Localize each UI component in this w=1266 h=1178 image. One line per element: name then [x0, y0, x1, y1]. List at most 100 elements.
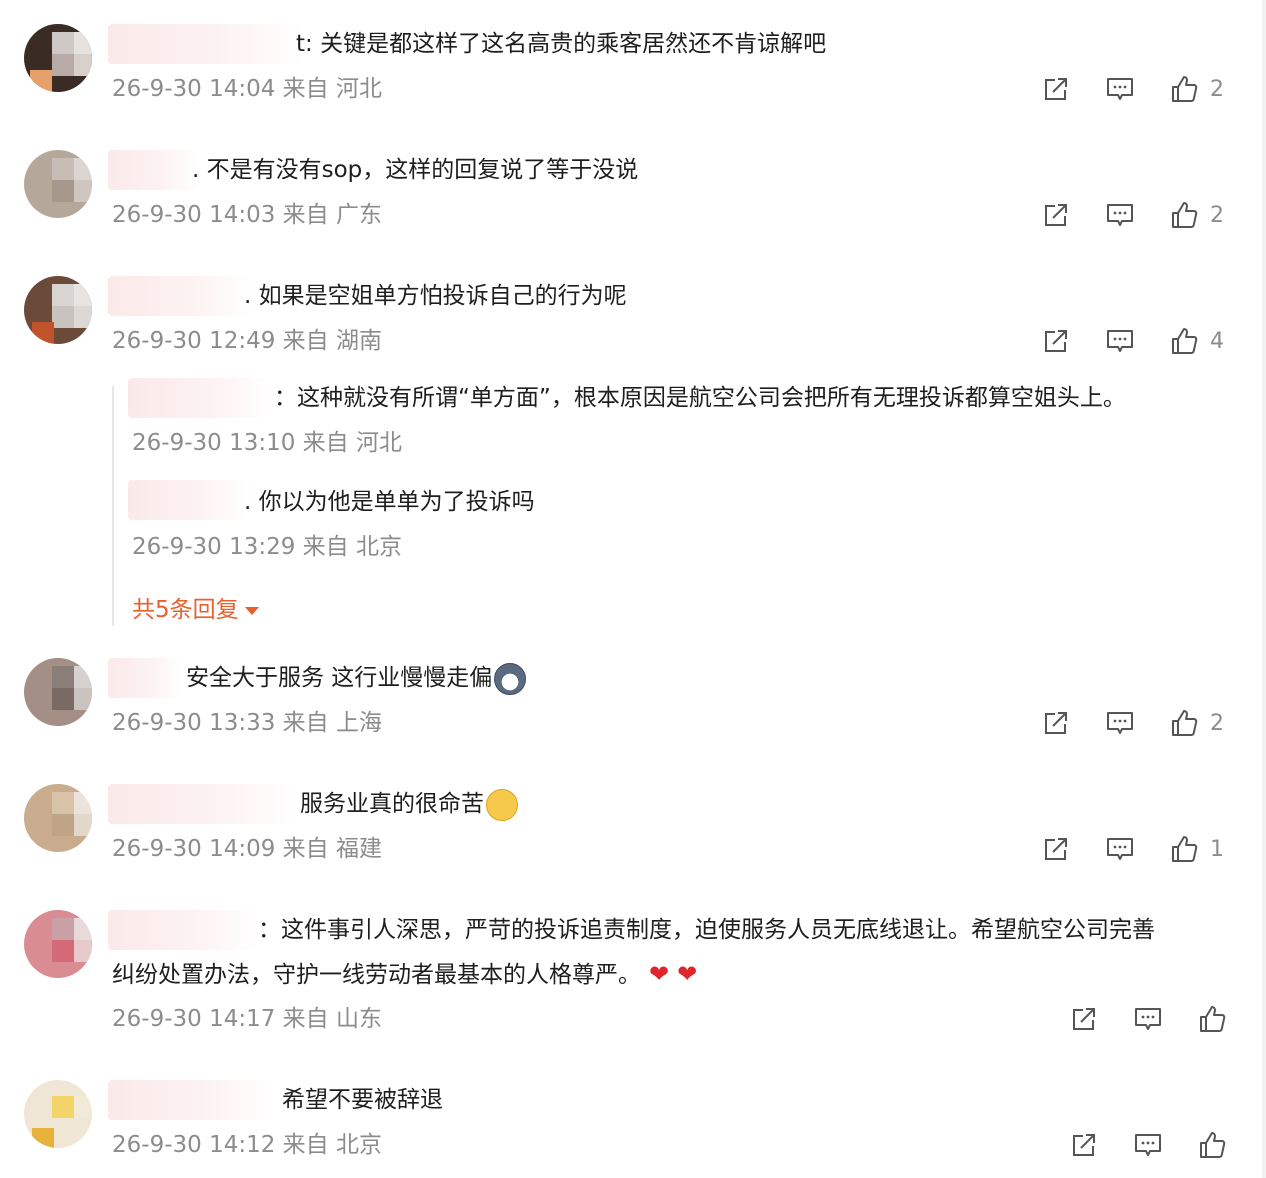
- share-button[interactable]: [1040, 833, 1072, 865]
- comment-icon: [1105, 834, 1135, 864]
- comment-meta: 26-9-30 14:17 来自 山东: [112, 1004, 382, 1034]
- location: 北京: [335, 1132, 382, 1158]
- husky-emoji-icon: [494, 662, 527, 695]
- comment-actions: 4: [1040, 324, 1224, 358]
- pleading-face-emoji-icon: [486, 788, 518, 821]
- share-button[interactable]: [1040, 73, 1072, 105]
- heart-emoji-icon: ❤: [649, 960, 670, 988]
- timestamp: 26-9-30 14:12: [112, 1132, 276, 1158]
- reply-button[interactable]: [1104, 833, 1136, 865]
- comment-meta: 26-9-30 14:04 来自 河北: [112, 74, 382, 104]
- share-icon: [1041, 834, 1071, 864]
- like-count: 2: [1210, 202, 1224, 228]
- comment-icon: [1105, 200, 1135, 230]
- username-blurred[interactable]: [108, 658, 182, 698]
- caret-down-icon: [244, 606, 259, 615]
- username-blurred[interactable]: [108, 1080, 276, 1120]
- reply-button[interactable]: [1104, 199, 1136, 231]
- comment-meta: 26-9-30 14:03 来自 广东: [112, 200, 382, 230]
- like-count: 2: [1210, 76, 1224, 102]
- timestamp: 26-9-30 12:49: [112, 328, 276, 354]
- from-label: 来自: [302, 534, 349, 560]
- like-button[interactable]: [1168, 707, 1200, 739]
- location: 山东: [335, 1006, 382, 1032]
- like-icon: [1169, 708, 1199, 738]
- share-button[interactable]: [1040, 199, 1072, 231]
- like-button[interactable]: [1168, 325, 1200, 357]
- reply-button[interactable]: [1104, 707, 1136, 739]
- username-blurred[interactable]: [108, 784, 298, 824]
- like-button[interactable]: [1196, 1003, 1228, 1035]
- timestamp: 26-9-30 14:17: [112, 1006, 276, 1032]
- username-blurred[interactable]: [108, 276, 252, 316]
- from-label: 来自: [282, 76, 329, 102]
- comment-icon: [1105, 708, 1135, 738]
- avatar[interactable]: [24, 150, 92, 218]
- reply-button[interactable]: [1104, 73, 1136, 105]
- share-button[interactable]: [1068, 1003, 1100, 1035]
- more-replies-label: 共5条回复: [132, 597, 239, 623]
- like-count: 4: [1210, 328, 1224, 354]
- timestamp: 26-9-30 14:04: [112, 76, 276, 102]
- like-button[interactable]: [1168, 833, 1200, 865]
- location: 河北: [335, 76, 382, 102]
- reply-button[interactable]: [1132, 1129, 1164, 1161]
- share-icon: [1041, 326, 1071, 356]
- reply-button[interactable]: [1132, 1003, 1164, 1035]
- from-label: 来自: [282, 836, 329, 862]
- like-button[interactable]: [1168, 73, 1200, 105]
- share-icon: [1041, 74, 1071, 104]
- username-blurred[interactable]: [108, 150, 200, 190]
- avatar[interactable]: [24, 24, 92, 92]
- from-label: 来自: [282, 328, 329, 354]
- comment-actions: 2: [1040, 198, 1224, 232]
- reply-text: ：这种就没有所谓“单方面”，根本原因是航空公司会把所有无理投诉都算空姐头上。: [274, 385, 1126, 411]
- avatar[interactable]: [24, 784, 92, 852]
- comment-actions: 1: [1040, 832, 1224, 866]
- like-button[interactable]: [1196, 1129, 1228, 1161]
- comment-meta: 26-9-30 14:09 来自 福建: [112, 834, 382, 864]
- comment-text: 服务业真的很命苦: [300, 788, 518, 821]
- like-icon: [1197, 1130, 1227, 1160]
- share-button[interactable]: [1040, 707, 1072, 739]
- location: 广东: [335, 202, 382, 228]
- reply-button[interactable]: [1104, 325, 1136, 357]
- comment-text-content: 纠纷处置办法，守护一线劳动者最基本的人格尊严。: [112, 962, 641, 988]
- avatar[interactable]: [24, 276, 92, 344]
- username-blurred[interactable]: [108, 910, 258, 950]
- like-icon: [1169, 326, 1199, 356]
- share-button[interactable]: [1040, 325, 1072, 357]
- comment-icon: [1133, 1130, 1163, 1160]
- like-icon: [1169, 834, 1199, 864]
- location: 河北: [355, 430, 402, 456]
- comment-meta: 26-9-30 13:33 来自 上海: [112, 708, 382, 738]
- share-button[interactable]: [1068, 1129, 1100, 1161]
- username-blurred[interactable]: [108, 24, 304, 64]
- avatar[interactable]: [24, 910, 92, 978]
- reply-meta: 26-9-30 13:10 来自 河北: [132, 428, 402, 458]
- comment-text-line1: ：这件事引人深思，严苛的投诉追责制度，迫使服务人员无底线退让。希望航空公司完善: [258, 917, 1155, 943]
- username-blurred[interactable]: [128, 378, 272, 418]
- comment-meta: 26-9-30 12:49 来自 湖南: [112, 326, 382, 356]
- like-count: 2: [1210, 710, 1224, 736]
- from-label: 来自: [282, 202, 329, 228]
- location: 北京: [355, 534, 402, 560]
- username-blurred[interactable]: [128, 480, 252, 520]
- scrollbar[interactable]: [1262, 0, 1266, 1178]
- comment-actions: 2: [1040, 706, 1224, 740]
- comment-text: . 如果是空姐单方怕投诉自己的行为呢: [244, 283, 627, 309]
- avatar[interactable]: [24, 1080, 92, 1148]
- like-icon: [1169, 74, 1199, 104]
- share-icon: [1041, 708, 1071, 738]
- from-label: 来自: [302, 430, 349, 456]
- share-icon: [1069, 1004, 1099, 1034]
- heart-emoji-icon: ❤: [677, 960, 698, 988]
- like-button[interactable]: [1168, 199, 1200, 231]
- like-icon: [1197, 1004, 1227, 1034]
- comment-icon: [1133, 1004, 1163, 1034]
- comment-text-content: 安全大于服务 这行业慢慢走偏: [186, 665, 493, 691]
- more-replies-link[interactable]: 共5条回复: [132, 590, 259, 624]
- avatar[interactable]: [24, 658, 92, 726]
- like-count: 1: [1210, 836, 1224, 862]
- share-icon: [1069, 1130, 1099, 1160]
